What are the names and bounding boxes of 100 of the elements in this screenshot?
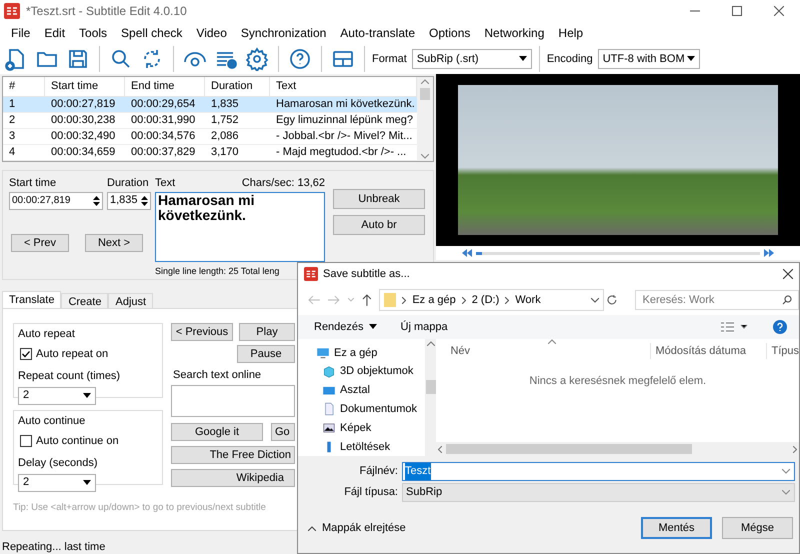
folder-tree-item[interactable]: Ez a gép (316, 344, 425, 362)
menu-item[interactable]: Spell check (114, 24, 190, 42)
table-row[interactable]: 3 00:00:32,490 00:00:34,576 2,086 - Jobbal.<br />- Mivel? Mit... (3, 129, 417, 145)
table-cell-text: 1 (8, 97, 16, 112)
repeat-count-dropdown[interactable]: 2 (18, 386, 96, 404)
start-time-field[interactable]: 00:00:27,819 (9, 192, 103, 210)
play-button[interactable]: Play (239, 323, 295, 341)
organize-button[interactable]: Rendezés (314, 318, 377, 336)
auto-br-button[interactable]: Auto br (333, 215, 425, 235)
free-dictionary-button[interactable]: The Free Diction (171, 446, 295, 464)
scrollbar[interactable] (424, 339, 436, 456)
subtitle-text-field[interactable]: Hamarosan mi következünk. (155, 192, 325, 262)
menu-item[interactable]: Synchronization (234, 24, 334, 42)
checkbox-label[interactable]: Auto continue on (36, 432, 119, 449)
column-header[interactable]: Név (450, 342, 650, 360)
column-header[interactable]: Duration (205, 77, 270, 96)
table-cell-text: Hamarosan mi következünk. (275, 97, 416, 112)
scroll-right-icon (793, 446, 797, 452)
table-row[interactable]: 1 00:00:27,819 00:00:29,654 1,835 Hamarosan mi következünk. (3, 97, 417, 113)
menu-item[interactable]: Help (551, 24, 590, 42)
folder-tree-item[interactable]: 3D objektumok (322, 362, 425, 381)
checkbox[interactable] (20, 348, 32, 360)
checkbox[interactable] (20, 434, 32, 447)
tab[interactable]: Create (61, 293, 108, 308)
tab[interactable]: Translate (2, 291, 62, 308)
scroll-thumb[interactable] (420, 88, 430, 100)
table-cell-text: 00:00:27,819 (50, 97, 116, 112)
close-icon[interactable] (783, 269, 793, 279)
folder-tree-item[interactable]: Letöltések (322, 438, 425, 456)
maximize-icon[interactable] (732, 6, 742, 16)
wikipedia-button[interactable]: Wikipedia (171, 468, 295, 486)
encoding-dropdown[interactable]: UTF-8 with BOM (598, 49, 700, 69)
previous-button[interactable]: < Previous (171, 323, 233, 341)
delay-dropdown[interactable]: 2 (18, 474, 96, 492)
menu-item[interactable]: Edit (37, 24, 72, 42)
column-header[interactable]: Módosítás dátuma (650, 342, 766, 360)
save-button[interactable]: Mentés (641, 517, 712, 539)
google-it-button[interactable]: Google it (171, 422, 263, 440)
column-header[interactable]: Típus (766, 342, 799, 360)
checkbox-label[interactable]: Auto repeat on (36, 346, 108, 362)
scrollbar[interactable] (417, 77, 433, 161)
menu-item[interactable]: Auto-translate (333, 24, 422, 42)
folder-tree-item[interactable]: Képek (322, 419, 425, 438)
menu-item[interactable]: Networking (477, 24, 552, 42)
table-cell-text: - Jobbal.<br />- Mivel? Mit... (275, 129, 414, 144)
spinner-arrows-icon (93, 196, 100, 206)
close-icon[interactable] (774, 6, 784, 16)
breadcrumb-item[interactable]: Ez a gép (412, 292, 456, 308)
search-online-field[interactable] (171, 384, 295, 416)
search-field[interactable]: Keresés: Work (635, 290, 799, 310)
menu-item[interactable]: Tools (72, 24, 114, 42)
menu-item[interactable]: Video (189, 24, 234, 42)
duration-field[interactable]: 1,835 (107, 192, 151, 210)
breadcrumb-item[interactable]: Work (515, 292, 541, 308)
rewind-icon[interactable] (462, 249, 472, 257)
column-header[interactable]: End time (125, 77, 205, 96)
folder-tree-item[interactable]: Asztal (322, 382, 425, 400)
view-options-icon[interactable] (721, 322, 749, 332)
video-position-fill[interactable] (476, 252, 482, 254)
horizontal-scrollbar[interactable] (436, 442, 799, 456)
refresh-icon[interactable] (606, 294, 618, 306)
filename-label: Fájlnév: (358, 464, 398, 480)
chevron-right-icon (505, 296, 510, 304)
column-header[interactable]: Start time (45, 77, 125, 96)
settings-icon[interactable] (243, 45, 271, 73)
table-cell-text: 00:00:32,490 (50, 129, 116, 144)
format-dropdown[interactable]: SubRip (.srt) (412, 49, 532, 69)
cancel-button[interactable]: Mégse (722, 517, 793, 539)
folder-tree-item[interactable]: Dokumentumok (322, 400, 425, 418)
tab[interactable]: Adjust (108, 293, 154, 308)
search-button[interactable]: Go (271, 422, 295, 440)
help-icon[interactable] (773, 320, 787, 334)
hide-folders-button[interactable]: Mappák elrejtése (308, 520, 406, 536)
scroll-up-icon (426, 341, 435, 346)
tip-text: Tip: Use <alt+arrow up/down> to go to previous/next subtitle (13, 500, 267, 514)
breadcrumb-item[interactable]: 2 (D:) (472, 292, 500, 308)
table-cell-text: 2,086 (210, 129, 240, 144)
filename-field[interactable]: Teszt (402, 462, 795, 481)
column-header[interactable]: # (3, 77, 45, 96)
table-cell-text: 1,835 (210, 97, 240, 112)
scroll-thumb[interactable] (426, 380, 436, 394)
cube-icon (322, 364, 336, 379)
up-arrow-icon[interactable] (362, 294, 372, 306)
chevron-down-icon[interactable] (590, 298, 599, 302)
prev-button[interactable]: < Prev (11, 234, 69, 252)
pause-button[interactable]: Pause (237, 345, 295, 363)
table-cell-text: 3,170 (210, 145, 240, 160)
video-position-track[interactable] (476, 252, 760, 254)
next-button[interactable]: Next > (85, 234, 143, 252)
menu-item[interactable]: Options (422, 24, 478, 42)
menu-item[interactable]: File (4, 24, 38, 42)
fast-forward-icon[interactable] (764, 249, 774, 257)
new-folder-button[interactable]: Új mappa (400, 318, 448, 336)
unbreak-button[interactable]: Unbreak (333, 189, 425, 209)
file-type-dropdown[interactable]: SubRip (402, 483, 795, 502)
status-bar-text: Repeating... last time (2, 541, 106, 553)
table-row[interactable]: 4 00:00:34,659 00:00:37,829 3,170 - Majd megtudod.<br />- ... (3, 145, 417, 161)
group-title: Auto continue (18, 414, 86, 429)
address-bar[interactable]: Ez a gép 2 (D:) Work (379, 289, 604, 311)
table-row[interactable]: 2 00:00:30,238 00:00:31,990 1,752 Egy limuzinnal lépünk meg? (3, 113, 417, 129)
